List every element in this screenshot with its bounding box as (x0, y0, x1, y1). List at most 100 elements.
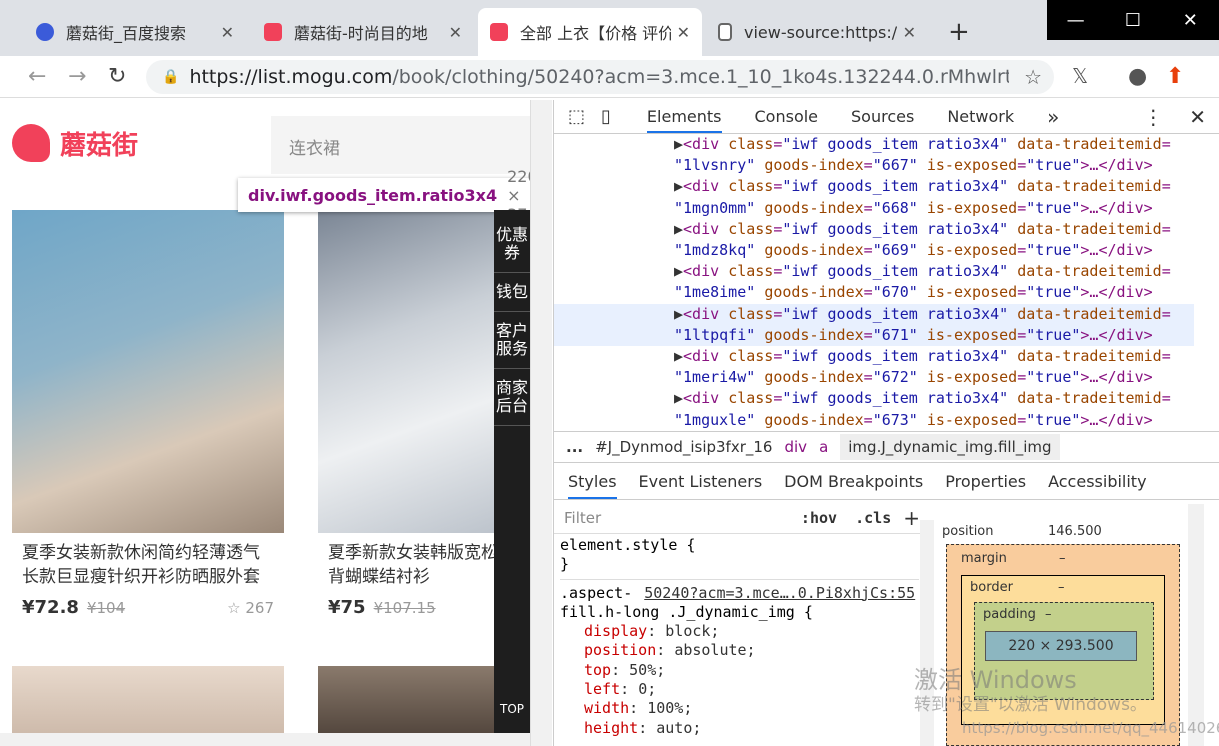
dom-node-line[interactable]: ▶<div class="iwf goods_item ratio3x4" da… (554, 134, 1194, 155)
crumb-div[interactable]: div (784, 438, 807, 456)
product-price-row: ¥72.8 ¥104 ☆ 267 (12, 591, 284, 624)
add-rule-icon[interactable]: + (903, 506, 920, 530)
element-style-rule[interactable]: element.style { (560, 536, 919, 555)
tab-sources[interactable]: Sources (851, 107, 914, 126)
url-path: /book/clothing/50240?acm=3.mce.1_10_1ko4… (392, 66, 1010, 88)
tab-styles[interactable]: Styles (568, 472, 617, 499)
dom-node-line-cont[interactable]: "1meri4w" goods-index="672" is-exposed="… (554, 367, 1194, 388)
maximize-button[interactable]: ☐ (1104, 0, 1161, 40)
update-icon[interactable]: ⬆ (1166, 64, 1184, 89)
expand-triangle-icon[interactable]: ▶ (674, 135, 683, 153)
devtools-panel: ⬚ ▯ Elements Console Sources Network » ⋮… (553, 100, 1219, 746)
tab-baidu[interactable]: 蘑菇街_百度搜索 ✕ (24, 8, 246, 56)
sidebar-item-wallet[interactable]: 钱包 (494, 273, 530, 312)
expand-triangle-icon[interactable]: ▶ (674, 347, 683, 365)
close-devtools-icon[interactable]: ✕ (1189, 105, 1206, 129)
tab-accessibility[interactable]: Accessibility (1048, 472, 1146, 491)
css-property[interactable]: left: 0; (560, 680, 919, 699)
crumb-dynmod[interactable]: #J_Dynmod_isip3fxr_16 (595, 438, 772, 456)
css-property[interactable]: width: 100%; (560, 699, 919, 718)
css-property[interactable]: display: block; (560, 622, 919, 641)
close-icon[interactable]: ✕ (903, 23, 916, 42)
close-icon[interactable]: ✕ (221, 23, 234, 42)
styles-subtabs: Styles Event Listeners DOM Breakpoints P… (554, 464, 1219, 500)
kebab-menu-icon[interactable]: ⋮ (1143, 105, 1163, 129)
dom-node-line[interactable]: ▶<div class="iwf goods_item ratio3x4" da… (554, 176, 1194, 197)
url-text[interactable]: https://list.mogu.com/book/clothing/5024… (189, 66, 1009, 88)
expand-triangle-icon[interactable]: ▶ (674, 177, 683, 195)
page-h-scrollbar[interactable] (0, 733, 530, 746)
rule-close: } (560, 555, 919, 580)
more-tabs-icon[interactable]: » (1047, 105, 1059, 129)
css-property[interactable]: top: 50%; (560, 661, 919, 680)
site-logo[interactable]: 蘑菇街 (12, 124, 138, 162)
dom-node-line-cont[interactable]: "1me8ime" goods-index="670" is-exposed="… (554, 282, 1194, 303)
crumb-img[interactable]: img.J_dynamic_img.fill_img (840, 434, 1060, 460)
crumb-a[interactable]: a (819, 438, 828, 456)
window-controls: — ☐ ✕ (1047, 0, 1219, 40)
crumb-ellipsis[interactable]: ... (566, 438, 583, 456)
product-image[interactable] (12, 210, 284, 533)
tab-console[interactable]: Console (755, 107, 819, 126)
dom-node-line-cont[interactable]: "1mdz8kq" goods-index="669" is-exposed="… (554, 240, 1194, 261)
sidebar-item-coupons[interactable]: 优惠券 (494, 210, 530, 273)
dom-node-line-cont[interactable]: "1mgn0mm" goods-index="668" is-exposed="… (554, 198, 1194, 219)
right-sidebar: 优惠券 钱包 客户服务 商家后台 TOP (494, 210, 530, 746)
box-scrollbar[interactable] (1188, 504, 1204, 746)
sidebar-item-service[interactable]: 客户服务 (494, 312, 530, 369)
tab-mogu-list[interactable]: 全部 上衣【价格 评价 ✕ (478, 8, 702, 56)
back-to-top-button[interactable]: TOP (494, 702, 530, 716)
star-icon[interactable]: ☆ (1024, 65, 1042, 89)
profile-avatar-icon[interactable]: ● (1128, 64, 1147, 89)
extension-icon[interactable]: 𝕏 (1072, 64, 1088, 88)
css-property[interactable]: position: absolute; (560, 641, 919, 660)
dom-node-line-cont[interactable]: "1mguxle" goods-index="673" is-exposed="… (554, 410, 1194, 430)
sidebar-item-merchant[interactable]: 商家后台 (494, 369, 530, 426)
styles-filter-input[interactable]: Filter (564, 509, 601, 527)
box-margin: margin – border – padding – 220 × 293.50… (946, 544, 1180, 746)
inspect-element-icon[interactable]: ⬚ (568, 106, 585, 127)
dom-node-line[interactable]: ▶<div class="iwf goods_item ratio3x4" da… (554, 219, 1194, 240)
node-index: "668" (872, 198, 918, 217)
dom-node-line-cont[interactable]: "1lvsnry" goods-index="667" is-exposed="… (554, 155, 1194, 176)
close-icon[interactable]: ✕ (677, 23, 690, 42)
page-scrollbar[interactable] (530, 100, 552, 746)
tab-elements[interactable]: Elements (646, 107, 722, 133)
rule-selector-cont: fill.h-long .J_dynamic_img { (560, 602, 813, 621)
dom-node-line[interactable]: ▶<div class="iwf goods_item ratio3x4" da… (554, 388, 1194, 409)
minimize-button[interactable]: — (1047, 0, 1104, 40)
tab-view-source[interactable]: view-source:https://l ✕ (706, 8, 928, 56)
search-input[interactable]: 连衣裙 (271, 116, 530, 174)
expand-triangle-icon[interactable]: ▶ (674, 389, 683, 407)
hov-toggle[interactable]: :hov .cls (801, 509, 891, 527)
tab-network[interactable]: Network (947, 107, 1014, 126)
tab-dom-breakpoints[interactable]: DOM Breakpoints (784, 472, 923, 491)
product-title[interactable]: 夏季女装新款休闲简约轻薄透气长款巨显瘦针织开衫防晒服外套 (12, 533, 284, 591)
close-icon[interactable]: ✕ (449, 23, 462, 42)
node-trade-id: "1mguxle" (674, 410, 756, 429)
dom-node-line[interactable]: ▶<div class="iwf goods_item ratio3x4" da… (554, 346, 1194, 367)
product-card[interactable]: 夏季女装新款休闲简约轻薄透气长款巨显瘦针织开衫防晒服外套 ¥72.8 ¥104 … (12, 210, 284, 635)
dom-node-line[interactable]: ▶<div class="iwf goods_item ratio3x4" da… (554, 261, 1194, 282)
tab-event-listeners[interactable]: Event Listeners (639, 472, 763, 491)
expand-triangle-icon[interactable]: ▶ (674, 262, 683, 280)
dom-node-line-cont[interactable]: "1ltpqfi" goods-index="671" is-exposed="… (554, 324, 1194, 347)
back-arrow-icon[interactable]: ← (28, 64, 46, 89)
expand-triangle-icon[interactable]: ▶ (674, 220, 683, 238)
tab-properties[interactable]: Properties (945, 472, 1026, 491)
padding-top-value: – (1045, 607, 1052, 622)
tab-mogu-home[interactable]: 蘑菇街-时尚目的地 ✕ (252, 8, 474, 56)
close-window-button[interactable]: ✕ (1162, 0, 1219, 40)
product-price: ¥72.8 (22, 597, 79, 618)
reload-icon[interactable]: ↻ (108, 64, 126, 89)
new-tab-button[interactable]: + (936, 8, 976, 56)
device-toolbar-icon[interactable]: ▯ (601, 106, 611, 127)
omnibox[interactable]: 🔒 https://list.mogu.com/book/clothing/50… (146, 60, 1054, 94)
rule-source-link[interactable]: 50240?acm=3.mce….0.Pi8xhjCs:55 (644, 584, 915, 602)
forward-arrow-icon[interactable]: → (68, 64, 86, 89)
dom-node-line[interactable]: ▶<div class="iwf goods_item ratio3x4" da… (554, 303, 1194, 325)
expand-triangle-icon[interactable]: ▶ (674, 305, 683, 323)
rule-header: .aspect- 50240?acm=3.mce….0.Pi8xhjCs:55 (560, 584, 919, 603)
favorite-count[interactable]: ☆ 267 (227, 599, 274, 617)
css-property[interactable]: height: auto; (560, 719, 919, 738)
